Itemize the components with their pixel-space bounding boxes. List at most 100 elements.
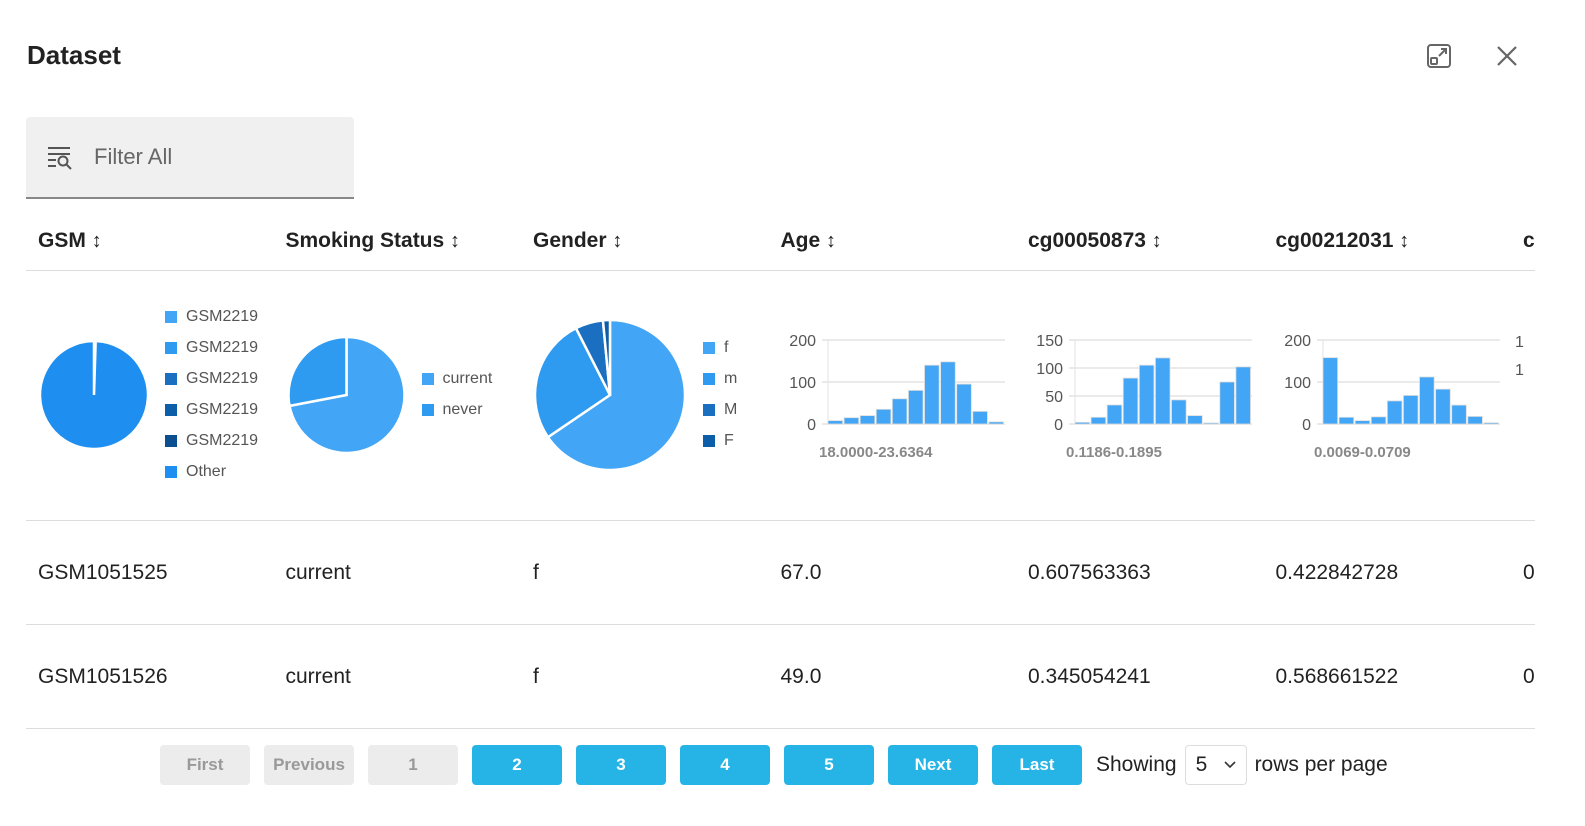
histogram-bar[interactable] — [1122, 377, 1139, 425]
table-cell: GSM1051525 — [38, 561, 168, 584]
column-header[interactable]: c — [1511, 212, 1535, 270]
table-cell: GSM1051526 — [38, 665, 168, 688]
histogram-bar[interactable] — [875, 408, 891, 425]
table-row[interactable]: GSM1051525 current f 67.0 0.607563363 0.42284… — [26, 521, 1535, 625]
histogram-bar[interactable] — [1138, 364, 1155, 425]
histogram-bar[interactable] — [1483, 422, 1499, 425]
histogram-bar[interactable] — [1074, 421, 1090, 425]
y-tick-label: 100 — [1036, 361, 1063, 378]
histogram-bar[interactable] — [1338, 416, 1354, 425]
histogram-bar[interactable] — [988, 421, 1004, 425]
close-icon[interactable] — [1493, 42, 1521, 70]
table-cell: 0.607563363 — [1028, 561, 1151, 584]
column-header[interactable]: GSM ↕ — [26, 212, 274, 270]
histogram-bar[interactable] — [939, 361, 956, 425]
expand-icon[interactable] — [1425, 42, 1453, 70]
histogram-bar[interactable] — [843, 417, 859, 425]
column-header-label: GSM — [38, 229, 86, 252]
histogram-bar[interactable] — [907, 390, 923, 425]
y-tick-label: 0 — [807, 417, 816, 434]
histogram-bar[interactable] — [1235, 366, 1251, 425]
histogram-bar[interactable] — [1322, 357, 1338, 425]
pie-slice[interactable] — [286, 335, 348, 408]
showing-label: Showing — [1096, 753, 1177, 776]
column-header[interactable]: Gender ↕ — [521, 212, 769, 270]
histogram-bar[interactable] — [1402, 395, 1418, 425]
sort-icon[interactable]: ↕ — [450, 230, 460, 252]
legend-item[interactable]: M — [703, 401, 737, 419]
legend-item[interactable]: current — [421, 370, 493, 388]
histogram-bar[interactable] — [971, 410, 988, 425]
filter-input[interactable] — [94, 144, 314, 170]
legend-label: current — [442, 370, 493, 387]
column-header[interactable]: Smoking Status ↕ — [274, 212, 522, 270]
first-page-button[interactable]: First — [160, 745, 250, 785]
sort-icon[interactable]: ↕ — [1152, 230, 1162, 252]
previous-page-button[interactable]: Previous — [264, 745, 354, 785]
histogram-bar[interactable] — [1434, 388, 1451, 425]
legend-swatch — [703, 373, 715, 385]
legend-item[interactable]: f — [703, 339, 728, 357]
histogram-bar[interactable] — [1203, 422, 1219, 425]
legend-item[interactable]: Other — [165, 463, 226, 481]
column-header[interactable]: cg00212031 ↕ — [1264, 212, 1512, 270]
histogram-bar[interactable] — [1187, 415, 1203, 425]
legend-item[interactable]: GSM2219 — [165, 308, 258, 326]
histogram-bar[interactable] — [1219, 381, 1235, 425]
table-row[interactable]: GSM1051526 current f 49.0 0.345054241 0.56866… — [26, 625, 1535, 729]
table-cell: f — [533, 561, 539, 584]
sort-icon[interactable]: ↕ — [826, 230, 836, 252]
chevron-down-icon — [1223, 761, 1236, 769]
histogram-bar[interactable] — [1155, 357, 1171, 425]
histogram-bar[interactable] — [1354, 420, 1370, 425]
sort-icon[interactable]: ↕ — [1399, 230, 1409, 252]
sort-icon[interactable]: ↕ — [92, 230, 102, 252]
histogram-bar[interactable] — [1386, 400, 1402, 425]
histogram-bar[interactable] — [1090, 416, 1107, 425]
table-cell: 0.422842728 — [1275, 561, 1399, 584]
y-tick-label: 1 — [1515, 334, 1524, 351]
page-3-button[interactable]: 3 — [576, 745, 666, 785]
pie-slice[interactable] — [38, 339, 150, 451]
page-5-button[interactable]: 5 — [784, 745, 874, 785]
histogram-bar[interactable] — [923, 364, 940, 425]
histogram-bar[interactable] — [1450, 404, 1467, 425]
sort-icon[interactable]: ↕ — [612, 230, 622, 252]
legend-label: GSM2219 — [186, 308, 259, 325]
histogram-bar[interactable] — [1171, 399, 1187, 425]
column-header[interactable]: Age ↕ — [769, 212, 1017, 270]
histogram-bar[interactable] — [1370, 416, 1386, 425]
legend-item[interactable]: GSM2219 — [165, 370, 258, 388]
legend-item[interactable]: F — [703, 432, 734, 450]
last-page-button[interactable]: Last — [992, 745, 1082, 785]
histogram-bar[interactable] — [1466, 416, 1483, 425]
pie-chart: current never — [274, 271, 522, 520]
page-4-button[interactable]: 4 — [680, 745, 770, 785]
pagination: First Previous 1 2 3 4 5 Next Last Showi… — [160, 745, 1388, 785]
legend-swatch — [165, 435, 177, 447]
legend-item[interactable]: GSM2219 — [165, 401, 258, 419]
bin-range-label: 0.0069-0.0709 — [1314, 444, 1411, 461]
legend-item[interactable]: m — [703, 370, 737, 388]
page-1-button[interactable]: 1 — [368, 745, 458, 785]
histogram-bar[interactable] — [891, 398, 907, 425]
histogram-bar[interactable] — [1106, 404, 1123, 425]
legend-item[interactable]: GSM2219 — [165, 339, 258, 357]
legend-item[interactable]: GSM2219 — [165, 432, 258, 450]
summary-charts-row: GSM2219 GSM2219 GSM2219 GSM2219 GSM2219 Other… — [26, 271, 1535, 521]
rows-per-page-value: 5 — [1195, 753, 1208, 776]
histogram-bar[interactable] — [827, 420, 843, 425]
histogram: 0 100 200 0.0069-0.0709 — [1264, 271, 1512, 520]
bin-range-label: 0.1186-0.1895 — [1066, 444, 1162, 461]
legend-item[interactable]: never — [421, 401, 483, 419]
column-header[interactable]: cg00050873 ↕ — [1016, 212, 1264, 270]
page-2-button[interactable]: 2 — [472, 745, 562, 785]
legend-swatch — [165, 466, 177, 478]
next-page-button[interactable]: Next — [888, 745, 978, 785]
rows-per-page-select[interactable]: 5 — [1184, 745, 1247, 785]
histogram-bar[interactable] — [1418, 376, 1435, 425]
histogram-bar[interactable] — [859, 415, 875, 425]
filter-all-field[interactable] — [26, 117, 354, 199]
legend-label: GSM2219 — [186, 339, 259, 356]
histogram-bar[interactable] — [955, 383, 972, 425]
